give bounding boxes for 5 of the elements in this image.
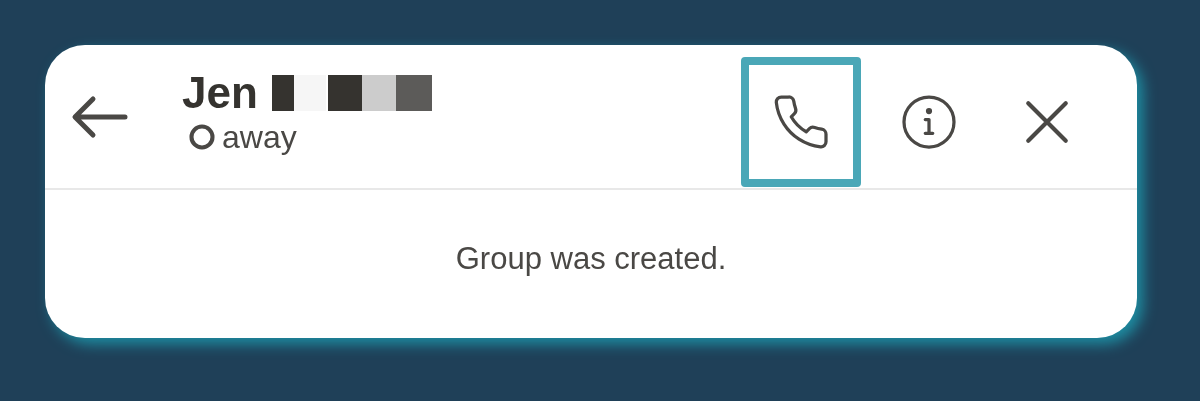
call-button[interactable] [741,56,861,187]
back-arrow-icon [71,94,129,139]
contact-name: Jen [182,70,258,115]
status-label: away [222,120,297,153]
system-message: Group was created. [455,239,727,278]
